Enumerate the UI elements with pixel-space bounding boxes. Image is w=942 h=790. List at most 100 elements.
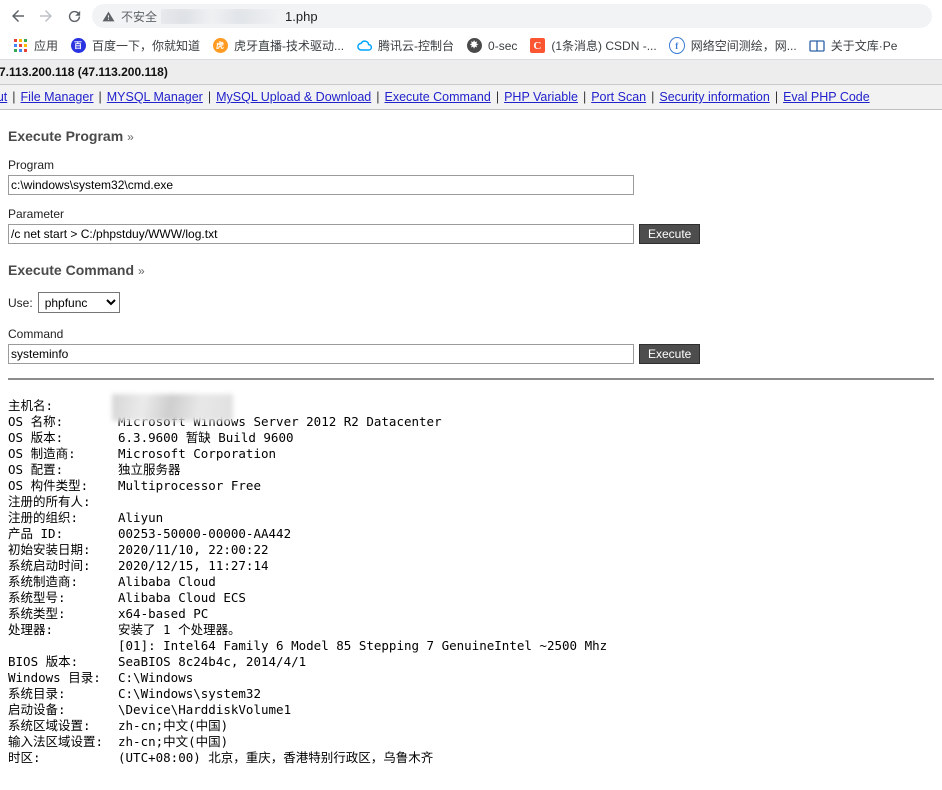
systeminfo-value: Alibaba Cloud ECS [118, 590, 246, 605]
bookmarks-bar: 应用 百 百度一下，你就知道 虎 虎牙直播-技术驱动... 腾讯云-控制台 ✸ … [0, 32, 942, 60]
command-row: Execute [8, 344, 934, 364]
systeminfo-value: Aliyun [118, 510, 164, 525]
bookmark-tencent-cloud[interactable]: 腾讯云-控制台 [350, 35, 460, 57]
nav-link-php-variable[interactable]: PHP Variable [504, 90, 578, 104]
systeminfo-key: 输入法区域设置: [8, 734, 104, 749]
systeminfo-key: Windows 目录: [8, 670, 101, 685]
bookmark-label: 百度一下，你就知道 [92, 39, 201, 53]
systeminfo-row: BIOS 版本: SeaBIOS 8c24b4c, 2014/4/1 [8, 654, 934, 670]
tencent-cloud-icon [356, 38, 373, 54]
back-button[interactable] [4, 2, 32, 30]
bookmark-label: 腾讯云-控制台 [378, 39, 455, 53]
systeminfo-row: 注册的组织: Aliyun [8, 510, 934, 526]
program-label: Program [8, 158, 55, 172]
bookmark-baidu[interactable]: 百 百度一下，你就知道 [64, 35, 206, 57]
shell-nav-bar: ogout | File Manager | MYSQL Manager | M… [0, 85, 942, 110]
nav-link-port-scan[interactable]: Port Scan [591, 90, 646, 104]
systeminfo-key: 产品 ID: [8, 526, 64, 541]
bookmark-fofa[interactable]: f 网络空间测绘，网... [663, 35, 803, 57]
page-content: 7.113.200.118 (47.113.200.118) ogout | F… [0, 60, 942, 790]
shell-body: Execute Program » Program Parameter Exec… [0, 128, 942, 766]
chevron-right-icon: » [127, 130, 134, 144]
systeminfo-value-continuation: [01]: Intel64 Family 6 Model 85 Stepping… [118, 638, 608, 653]
bookmark-wenku[interactable]: 关于文库·Pe [803, 35, 904, 57]
nav-link-file-manager[interactable]: File Manager [21, 90, 94, 104]
omnibox-url-area[interactable]: 1.php [161, 8, 922, 24]
nav-link-mysql-manager[interactable]: MYSQL Manager [107, 90, 203, 104]
bookmark-label: 网络空间测绘，网... [690, 39, 797, 53]
nav-link-security-information[interactable]: Security information [659, 90, 769, 104]
systeminfo-row: 系统启动时间: 2020/12/15, 11:27:14 [8, 558, 934, 574]
systeminfo-row: 输入法区域设置: zh-cn;中文(中国) [8, 734, 934, 750]
forward-button[interactable] [32, 2, 60, 30]
systeminfo-key: 系统启动时间: [8, 558, 91, 573]
systeminfo-key: 系统类型: [8, 606, 66, 621]
bookmark-csdn[interactable]: C (1条消息) CSDN -... [523, 35, 662, 57]
systeminfo-key: 系统制造商: [8, 574, 79, 589]
program-input[interactable] [8, 175, 634, 195]
systeminfo-key: 系统目录: [8, 686, 66, 701]
nav-link-mysql-upload-download[interactable]: MySQL Upload & Download [216, 90, 371, 104]
url-redaction-blur [161, 8, 284, 24]
systeminfo-output: 主机名: OS 名称: Microsoft Windows Server 2012 … [8, 394, 934, 766]
parameter-label: Parameter [8, 207, 65, 221]
systeminfo-row: Windows 目录: C:\Windows [8, 670, 934, 686]
url-text: 1.php [285, 8, 318, 24]
address-bar[interactable]: 不安全 1.php [92, 4, 932, 28]
nav-link-execute-command[interactable]: Execute Command [385, 90, 491, 104]
systeminfo-row: 初始安装日期: 2020/11/10, 22:00:22 [8, 542, 934, 558]
systeminfo-row: 系统类型: x64-based PC [8, 606, 934, 622]
bookmark-label: 应用 [34, 39, 59, 53]
browser-toolbar: 不安全 1.php [0, 0, 942, 32]
systeminfo-row: 处理器: 安装了 1 个处理器。 [8, 622, 934, 638]
nav-link-logout[interactable]: ogout [0, 90, 7, 104]
systeminfo-value: SeaBIOS 8c24b4c, 2014/4/1 [118, 654, 307, 669]
systeminfo-key: OS 构件类型: [8, 478, 89, 493]
systeminfo-row: 产品 ID: 00253-50000-00000-AA442 [8, 526, 934, 542]
nav-link-eval-php-code[interactable]: Eval PHP Code [783, 90, 870, 104]
systeminfo-key: 注册的所有人: [8, 494, 91, 509]
systeminfo-row: 时区: (UTC+08:00) 北京，重庆，香港特别行政区，乌鲁木齐 [8, 750, 934, 766]
systeminfo-key: OS 版本: [8, 430, 64, 445]
use-function-select[interactable]: phpfunc [37, 292, 120, 313]
bookmark-label: 0-sec [488, 38, 518, 53]
systeminfo-key: OS 名称: [8, 414, 64, 429]
nav-sep: | [207, 90, 212, 104]
bookmark-0-sec[interactable]: ✸ 0-sec [460, 35, 523, 57]
systeminfo-row: OS 版本: 6.3.9600 暂缺 Build 9600 [8, 430, 934, 446]
execute-program-heading: Execute Program » [8, 128, 934, 144]
nav-sep: | [651, 90, 655, 104]
use-label: Use: [8, 295, 33, 310]
systeminfo-value: zh-cn;中文(中国) [118, 734, 229, 749]
systeminfo-key: 启动设备: [8, 702, 66, 717]
systeminfo-value: Multiprocessor Free [118, 478, 261, 493]
systeminfo-value: C:\Windows\system32 [118, 686, 261, 701]
systeminfo-key: BIOS 版本: [8, 654, 79, 669]
systeminfo-value: 2020/12/15, 11:27:14 [118, 558, 269, 573]
systeminfo-key: 系统型号: [8, 590, 66, 605]
bookmark-label: 虎牙直播-技术驱动... [234, 39, 345, 53]
bookmark-apps[interactable]: 应用 [6, 35, 64, 57]
systeminfo-row: 注册的所有人: [8, 494, 934, 510]
systeminfo-key: 初始安装日期: [8, 542, 91, 557]
execute-program-button[interactable]: Execute [639, 224, 701, 244]
not-secure-label: 不安全 [121, 9, 158, 24]
parameter-input[interactable] [8, 224, 634, 244]
not-secure-warning-icon [102, 10, 115, 23]
systeminfo-key: 系统区域设置: [8, 718, 91, 733]
csdn-icon: C [529, 38, 545, 54]
systeminfo-key: 处理器: [8, 622, 54, 637]
command-input[interactable] [8, 344, 634, 364]
systeminfo-row: OS 配置: 独立服务器 [8, 462, 934, 478]
systeminfo-row: 系统制造商: Alibaba Cloud [8, 574, 934, 590]
bookmark-huya[interactable]: 虎 虎牙直播-技术驱动... [206, 35, 350, 57]
systeminfo-row: 系统目录: C:\Windows\system32 [8, 686, 934, 702]
systeminfo-row: OS 构件类型: Multiprocessor Free [8, 478, 934, 494]
systeminfo-key: OS 配置: [8, 462, 64, 477]
execute-command-button[interactable]: Execute [639, 344, 701, 364]
systeminfo-row: 启动设备: \Device\HarddiskVolume1 [8, 702, 934, 718]
reload-button[interactable] [60, 2, 88, 30]
server-ip-title: 7.113.200.118 (47.113.200.118) [0, 65, 168, 79]
nav-sep: | [582, 90, 587, 104]
execute-command-heading: Execute Command » [8, 262, 934, 278]
